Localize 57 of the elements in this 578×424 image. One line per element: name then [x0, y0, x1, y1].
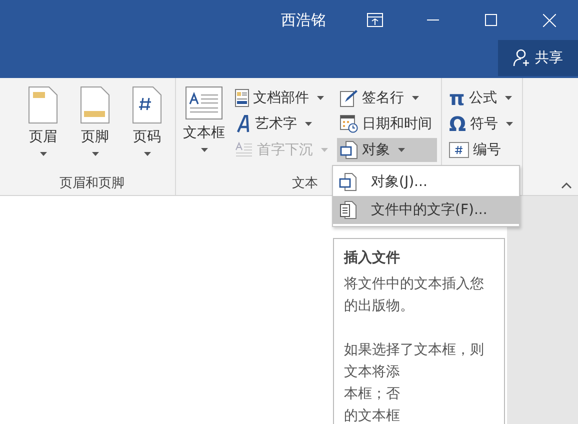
collapse-ribbon-icon[interactable]	[561, 182, 572, 189]
object-icon	[339, 173, 357, 191]
ribbon-button[interactable]: π 公式	[446, 86, 518, 110]
group-label: 文本	[292, 175, 318, 192]
caret-icon	[144, 152, 150, 156]
caret-icon	[40, 152, 46, 156]
object-icon	[340, 141, 358, 159]
add-person-icon	[513, 49, 531, 67]
drop-cap-icon	[235, 142, 253, 158]
tooltip-text: 将文件中的文本插入您	[344, 275, 485, 294]
share-button[interactable]: 共享	[498, 40, 578, 76]
tooltip-text: 的出版物。	[344, 297, 415, 316]
caret-icon	[305, 122, 312, 126]
tooltip-title: 插入文件	[344, 249, 401, 267]
tooltip-text: 文本将添	[344, 363, 401, 382]
ribbon-button[interactable]: Ω 符号	[446, 112, 518, 136]
ribbon-button[interactable]: 艺术字	[232, 112, 333, 136]
symbol-icon: π	[449, 89, 465, 107]
calendar-clock-icon	[340, 115, 358, 133]
tooltip-text: 如果选择了文本框，则	[344, 341, 485, 360]
ribbon-large-button[interactable]: 页脚	[71, 86, 119, 171]
caret-icon	[412, 96, 419, 100]
caret-icon	[317, 96, 324, 100]
document-parts-icon	[235, 89, 249, 107]
caret-icon	[321, 148, 328, 152]
document-icon	[339, 201, 357, 219]
ribbon-button[interactable]: 日期和时间	[337, 112, 437, 136]
text-box-icon	[185, 86, 223, 120]
group-label: 页眉和页脚	[60, 175, 124, 192]
menu-item[interactable]: 文件中的文字(F)...	[333, 196, 519, 224]
tooltip-text: 本框；否	[344, 385, 401, 404]
ribbon-button[interactable]: 对象	[337, 138, 437, 162]
ribbon-button[interactable]: 文档部件	[232, 86, 333, 110]
caret-icon	[398, 148, 405, 152]
caret-icon	[504, 96, 512, 100]
tooltip-text: 的文本框	[344, 407, 401, 424]
user-name: 西浩铭	[281, 10, 326, 30]
page-number-icon	[132, 86, 162, 124]
menu-item[interactable]: 对象(J)...	[333, 168, 519, 196]
caret-icon	[506, 122, 514, 126]
ribbon-button[interactable]: 签名行	[337, 86, 437, 110]
page-footer-icon	[80, 86, 110, 124]
caret-icon	[92, 152, 98, 156]
hash-box-icon	[449, 142, 469, 158]
maximize-icon	[485, 14, 497, 26]
close-icon	[542, 14, 556, 26]
ribbon-large-button[interactable]: 页码	[123, 86, 171, 171]
symbol-icon: Ω	[449, 115, 466, 133]
page-header-icon	[28, 86, 58, 124]
ribbon-large-button[interactable]: 页眉	[19, 86, 67, 171]
letter-a-icon	[235, 115, 251, 133]
caret-icon	[200, 148, 208, 152]
ribbon-display-icon	[367, 13, 383, 27]
minimize-icon	[427, 19, 439, 21]
ribbon-button[interactable]: 编号	[446, 138, 518, 162]
ribbon-large-button[interactable]: 文本框	[180, 86, 228, 171]
signature-pen-icon	[340, 89, 358, 107]
